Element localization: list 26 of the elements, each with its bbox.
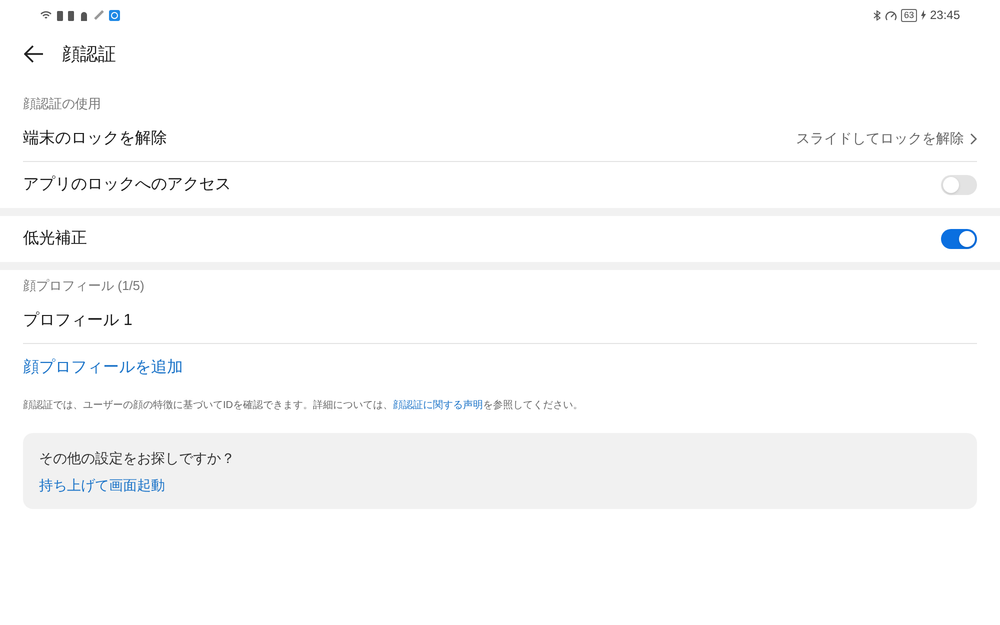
page-title: 顔認証 [62, 42, 116, 66]
battery-icon [68, 10, 74, 20]
chevron-right-icon [970, 132, 977, 144]
clock-time: 23:45 [930, 7, 960, 24]
setting-label: プロフィール 1 [23, 310, 132, 330]
setting-label: 端末のロックを解除 [23, 128, 167, 148]
section-header: 顔認証の使用 [23, 96, 101, 111]
toggle-switch[interactable] [941, 229, 977, 249]
suggestion-title: その他の設定をお探しですか？ [39, 449, 236, 468]
suggestion-link[interactable]: 持ち上げて画面起動 [39, 475, 165, 496]
toggle-switch[interactable] [941, 175, 977, 195]
setting-label: 低光補正 [23, 228, 87, 249]
section-header: 顔プロフィール (1/5) [23, 278, 144, 293]
statement-link[interactable]: 顔認証に関する声明 [393, 400, 483, 411]
description-text: 顔認証では、ユーザーの顔の特徴に基づいてIDを確認できます。詳細については、顔認証に関する声明を参照してください。 [22, 398, 584, 413]
add-profile-link[interactable]: 顔プロフィールを追加 [23, 356, 183, 380]
wifi-icon [40, 10, 52, 20]
back-arrow-icon[interactable] [24, 45, 44, 63]
battery-level: 63 [900, 8, 917, 22]
setting-label: アプリのロックへのアクセス [23, 174, 231, 195]
setting-value[interactable]: スライドしてロックを解除 [796, 128, 964, 149]
app-icon [109, 10, 120, 20]
charging-icon [920, 10, 926, 20]
speedometer-icon [884, 10, 897, 20]
bluetooth-icon [872, 10, 881, 20]
battery-icon [57, 10, 63, 20]
